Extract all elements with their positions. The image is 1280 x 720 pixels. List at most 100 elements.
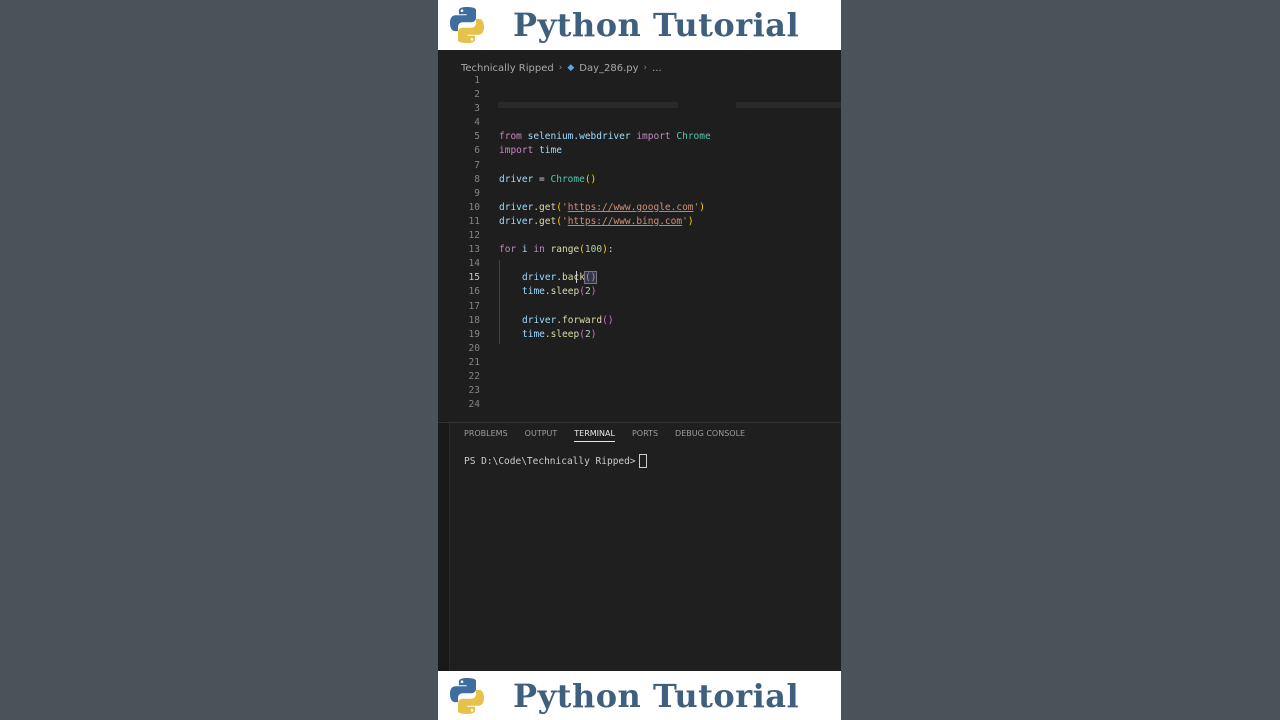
variable: i: [521, 244, 528, 256]
code-text: driver.get('https://www.bing.com'): [499, 215, 694, 229]
banner-title: Python Tutorial: [513, 676, 800, 715]
video-frame: Python Tutorial Technically Ripped › ◆ D…: [438, 0, 841, 720]
colon: :: [607, 244, 614, 256]
code-text: for i in range(100):: [499, 243, 614, 257]
banner-title: Python Tutorial: [513, 6, 800, 44]
code-line[interactable]: 11 driver.get('https://www.bing.com'): [438, 215, 841, 229]
breadcrumb-folder[interactable]: Technically Ripped: [461, 63, 554, 74]
operator: =: [533, 173, 551, 185]
code-line[interactable]: 4: [438, 116, 841, 130]
code-text: time.sleep(2): [522, 328, 596, 342]
line-number: 4: [474, 117, 480, 129]
parens: (): [584, 173, 597, 185]
method: .get: [533, 215, 557, 227]
code-line[interactable]: 8 driver = Chrome(): [438, 173, 841, 187]
line-number: 20: [468, 342, 480, 354]
code-line[interactable]: 6 import time: [438, 144, 841, 158]
method: .sleep: [544, 328, 580, 340]
url-string[interactable]: https://www.bing.com: [568, 216, 682, 227]
code-line[interactable]: 12: [438, 229, 841, 243]
line-number: 5: [474, 131, 480, 143]
panel-divider[interactable]: [438, 422, 841, 423]
python-logo-icon: [450, 7, 484, 43]
line-number: 23: [468, 385, 480, 397]
tab-terminal[interactable]: TERMINAL: [574, 429, 615, 442]
code-line[interactable]: 9: [438, 187, 841, 201]
matched-parens: (): [583, 271, 598, 285]
method: .get: [533, 201, 557, 213]
keyword: from: [499, 131, 522, 143]
variable: driver: [522, 314, 557, 326]
code-line[interactable]: 10 driver.get('https://www.google.com'): [438, 201, 841, 215]
module-name: time: [539, 145, 562, 157]
method: .forward: [556, 314, 603, 326]
tab-output[interactable]: OUTPUT: [525, 429, 558, 442]
terminal-cursor: [638, 454, 647, 468]
paren: ): [687, 215, 694, 227]
line-number: 3: [474, 103, 480, 115]
variable: driver: [522, 272, 557, 284]
line-number: 11: [468, 215, 480, 227]
code-line[interactable]: 16 time.sleep(2): [438, 285, 841, 299]
code-line[interactable]: 2: [438, 88, 841, 102]
keyword: for: [499, 244, 517, 256]
bottom-banner: Python Tutorial: [438, 671, 841, 720]
code-line[interactable]: 14: [438, 257, 841, 271]
code-line[interactable]: 23: [438, 384, 841, 398]
parens: (): [602, 314, 614, 326]
breadcrumb-more[interactable]: ...: [652, 63, 662, 74]
keyword: import: [636, 131, 671, 143]
line-number: 9: [474, 187, 480, 199]
line-number: 8: [474, 173, 480, 185]
code-text: driver.back(): [522, 271, 598, 285]
breadcrumb-file[interactable]: Day_286.py: [579, 63, 638, 74]
line-number: 13: [468, 244, 480, 256]
code-line[interactable]: 17: [438, 300, 841, 314]
tab-problems[interactable]: PROBLEMS: [464, 429, 508, 442]
code-line-active[interactable]: 15 driver.back(): [438, 271, 841, 285]
python-logo-icon: [450, 677, 484, 714]
tab-ports[interactable]: PORTS: [632, 429, 658, 442]
code-text: driver.get('https://www.google.com'): [499, 201, 705, 215]
code-line[interactable]: 18 driver.forward(): [438, 314, 841, 328]
line-number: 1: [474, 75, 480, 86]
class-name: Chrome: [676, 131, 711, 143]
top-banner: Python Tutorial: [438, 0, 841, 50]
code-line[interactable]: 13 for i in range(100):: [438, 243, 841, 257]
code-text: time.sleep(2): [522, 285, 596, 299]
code-line[interactable]: 22: [438, 370, 841, 384]
code-line[interactable]: 19 time.sleep(2): [438, 328, 841, 342]
code-text: driver.forward(): [522, 314, 614, 328]
code-line[interactable]: 5 from selenium.webdriver import Chrome: [438, 130, 841, 144]
code-line[interactable]: 7: [438, 159, 841, 173]
function: range: [550, 244, 580, 256]
terminal[interactable]: PS D:\Code\Technically Ripped>: [464, 454, 647, 468]
line-number: 16: [468, 286, 480, 298]
panel-tabs: PROBLEMS OUTPUT TERMINAL PORTS DEBUG CON…: [464, 429, 745, 442]
keyword: import: [499, 145, 534, 157]
method: .back: [556, 272, 585, 284]
breadcrumb: Technically Ripped › ◆ Day_286.py › ...: [461, 61, 662, 75]
url-string[interactable]: https://www.google.com: [568, 202, 694, 213]
code-line[interactable]: 1: [438, 74, 841, 88]
variable: driver: [499, 215, 534, 227]
code-lines[interactable]: 1 2 3 4 5 from selenium.webdriver import …: [438, 74, 841, 412]
line-number: 18: [468, 314, 480, 326]
line-number: 21: [468, 356, 480, 368]
variable: time: [522, 328, 545, 340]
module-name: selenium.webdriver: [527, 131, 631, 143]
code-line[interactable]: 21: [438, 356, 841, 370]
code-line[interactable]: 20: [438, 342, 841, 356]
code-line[interactable]: 3: [438, 102, 841, 116]
line-number: 12: [468, 230, 480, 242]
chevron-right-icon: ›: [643, 63, 648, 73]
line-number: 6: [474, 145, 480, 157]
code-line[interactable]: 24: [438, 398, 841, 412]
tab-debug-console[interactable]: DEBUG CONSOLE: [675, 429, 745, 442]
paren: ): [590, 286, 597, 298]
method: .sleep: [544, 286, 580, 298]
terminal-prompt: PS D:\Code\Technically Ripped>: [464, 455, 636, 467]
code-text: from selenium.webdriver import Chrome: [499, 130, 711, 144]
paren: ): [699, 201, 705, 213]
line-number: 15: [468, 272, 480, 284]
